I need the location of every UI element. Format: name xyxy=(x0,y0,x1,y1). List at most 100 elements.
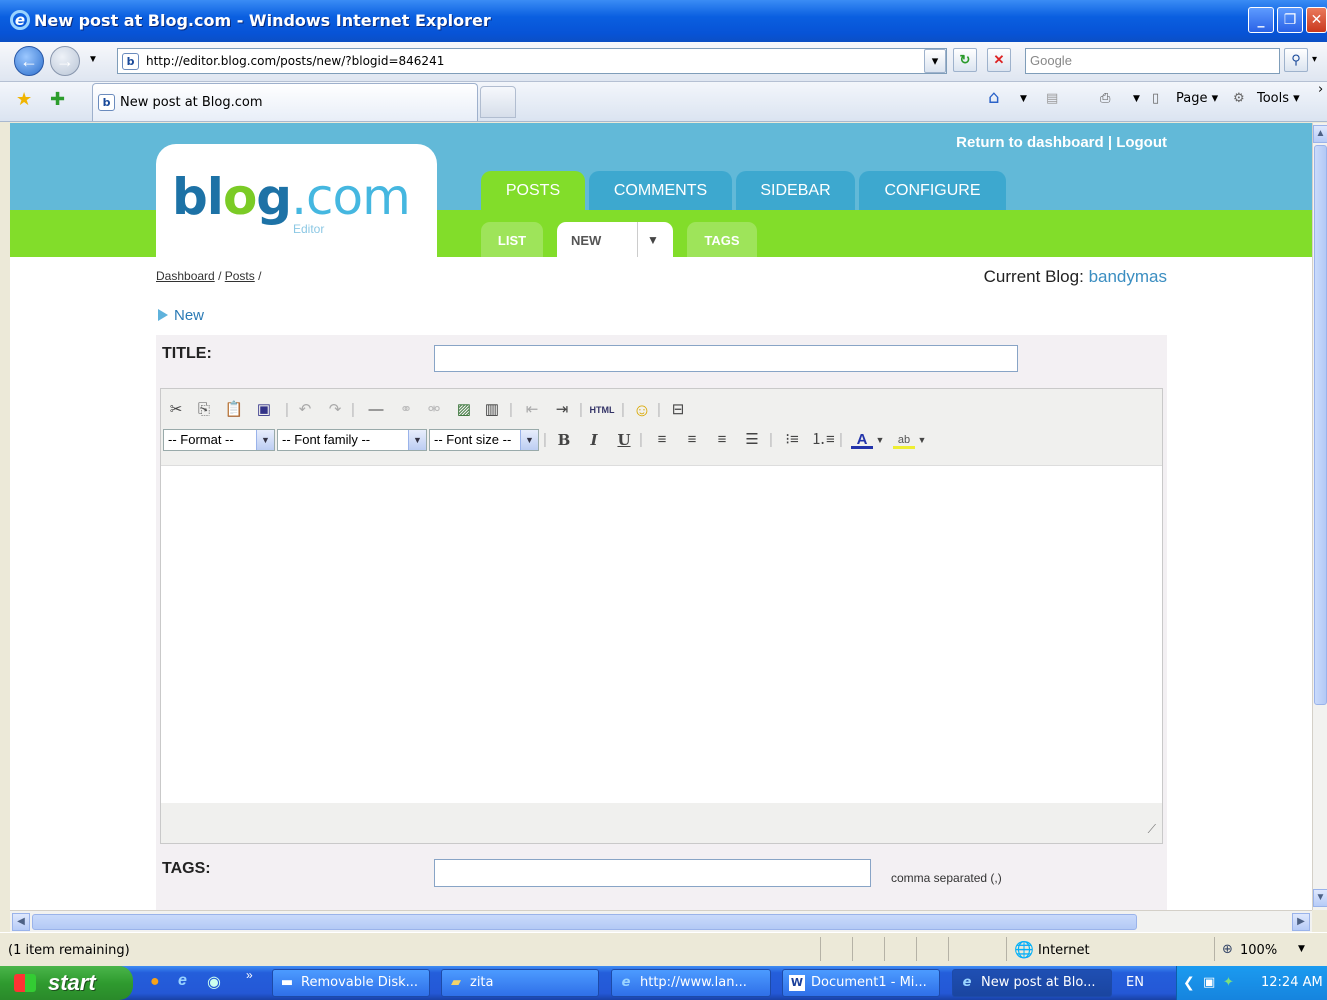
start-button[interactable]: start xyxy=(0,966,133,1000)
paste-icon[interactable]: 📋 xyxy=(223,399,245,421)
taskbar-button[interactable]: W Document1 - Mi... xyxy=(782,969,940,997)
favorites-star-icon[interactable]: ★ xyxy=(16,89,32,109)
text-color-icon[interactable]: A xyxy=(851,429,873,449)
search-options-icon[interactable]: ▾ xyxy=(1312,54,1317,65)
title-input[interactable] xyxy=(434,345,1018,372)
back-button[interactable]: ← xyxy=(14,46,44,76)
tab-sidebar[interactable]: SIDEBAR xyxy=(736,171,855,210)
stop-icon[interactable]: ✕ xyxy=(987,48,1011,72)
unlink-icon[interactable]: ⚮ xyxy=(423,399,445,421)
cut-icon[interactable]: ✂ xyxy=(165,399,187,421)
scroll-down-icon[interactable]: ▼ xyxy=(1313,889,1327,907)
outdent-icon[interactable]: ⇤ xyxy=(521,399,543,421)
ie-quicklaunch-icon[interactable]: e xyxy=(178,972,187,990)
print-icon[interactable]: ⎙ xyxy=(1100,91,1110,106)
dashboard-logout-links[interactable]: Return to dashboard | Logout xyxy=(956,134,1167,151)
taskbar-button[interactable]: ▰ zita xyxy=(441,969,599,997)
home-icon[interactable]: ⌂ xyxy=(988,87,999,108)
language-indicator[interactable]: EN xyxy=(1126,975,1144,990)
highlight-dropdown-icon[interactable]: ▼ xyxy=(917,429,927,451)
align-right-icon[interactable]: ≡ xyxy=(711,429,733,451)
redo-icon[interactable]: ↷ xyxy=(325,399,345,421)
image-icon[interactable]: ▨ xyxy=(453,399,475,421)
taskbar-button[interactable]: e http://www.lan... xyxy=(611,969,771,997)
highlight-color-icon[interactable]: ab xyxy=(893,429,915,449)
bold-button[interactable]: B xyxy=(553,429,575,451)
title-bar[interactable]: e New post at Blog.com - Windows Interne… xyxy=(0,0,1327,42)
print-dropdown-icon[interactable]: ▼ xyxy=(1133,94,1140,104)
align-justify-icon[interactable]: ☰ xyxy=(741,429,763,451)
breadcrumb-dashboard[interactable]: Dashboard xyxy=(156,269,215,283)
home-dropdown-icon[interactable]: ▼ xyxy=(1020,94,1027,104)
firefox-icon[interactable]: ● xyxy=(150,973,160,991)
tab-posts[interactable]: POSTS xyxy=(481,171,585,210)
align-left-icon[interactable]: ≡ xyxy=(651,429,673,451)
tray-expand-icon[interactable]: ❮ xyxy=(1183,966,1195,1000)
tools-gear-icon[interactable]: ⚙ xyxy=(1233,91,1245,106)
numbered-list-icon[interactable]: ⒈≡ xyxy=(811,429,835,451)
address-bar[interactable]: b http://editor.blog.com/posts/new/?blog… xyxy=(117,48,947,74)
address-dropdown-button[interactable]: ▾ xyxy=(924,49,946,73)
zoom-dropdown-icon[interactable]: ▼ xyxy=(1298,944,1305,954)
clock[interactable]: 12:24 AM xyxy=(1261,966,1323,1000)
italic-button[interactable]: I xyxy=(583,429,605,451)
quicklaunch-more-icon[interactable]: » xyxy=(246,968,253,982)
feeds-icon[interactable]: ▤ xyxy=(1046,91,1058,106)
taskbar-button[interactable]: ▬ Removable Disk... xyxy=(272,969,430,997)
new-tab-button[interactable] xyxy=(480,86,516,118)
horizontal-rule-icon[interactable]: — xyxy=(365,399,387,421)
indent-icon[interactable]: ⇥ xyxy=(551,399,573,421)
search-icon[interactable]: ⚲ xyxy=(1284,48,1308,72)
emoticon-icon[interactable]: ☺ xyxy=(631,399,653,421)
underline-button[interactable]: U xyxy=(613,429,635,451)
font-family-select[interactable]: -- Font family -- ▼ xyxy=(277,429,427,451)
editor-content-area[interactable] xyxy=(161,465,1162,803)
refresh-icon[interactable]: ↻ xyxy=(953,48,977,72)
page-menu[interactable]: Page ▾ xyxy=(1176,91,1218,106)
tab-comments[interactable]: COMMENTS xyxy=(589,171,732,210)
subtab-list[interactable]: LIST xyxy=(481,222,543,257)
format-select[interactable]: -- Format -- ▼ xyxy=(163,429,275,451)
paste-word-icon[interactable]: ▣ xyxy=(253,399,275,421)
subtab-new[interactable]: NEW ▼ xyxy=(557,222,673,257)
vertical-scroll-thumb[interactable] xyxy=(1314,145,1327,705)
font-size-select[interactable]: -- Font size -- ▼ xyxy=(429,429,539,451)
align-center-icon[interactable]: ≡ xyxy=(681,429,703,451)
link-icon[interactable]: ⚭ xyxy=(395,399,417,421)
recent-pages-dropdown-icon[interactable]: ▼ xyxy=(88,54,98,65)
browser-tab-active[interactable]: b New post at Blog.com xyxy=(92,83,478,121)
tags-input[interactable] xyxy=(434,859,871,887)
scroll-right-icon[interactable]: ▶ xyxy=(1292,913,1310,931)
tools-menu[interactable]: Tools ▾ xyxy=(1257,91,1300,106)
site-logo[interactable]: blog.com xyxy=(172,168,411,226)
undo-icon[interactable]: ↶ xyxy=(295,399,315,421)
copy-icon[interactable]: ⎘ xyxy=(193,399,215,421)
horizontal-scroll-thumb[interactable] xyxy=(32,914,1137,930)
tab-configure[interactable]: CONFIGURE xyxy=(859,171,1006,210)
subtab-dropdown-icon[interactable]: ▼ xyxy=(647,222,659,259)
more-commands-icon[interactable]: › xyxy=(1318,82,1323,97)
restore-button[interactable]: ❐ xyxy=(1277,7,1303,33)
quicklaunch-app-icon[interactable]: ◉ xyxy=(207,972,221,992)
zoom-level[interactable]: 100% xyxy=(1240,943,1277,958)
breadcrumb-posts[interactable]: Posts xyxy=(225,269,255,283)
add-favorites-icon[interactable]: ✚ xyxy=(50,89,65,109)
html-source-button[interactable]: HTML xyxy=(587,399,617,421)
media-icon[interactable]: ▥ xyxy=(481,399,503,421)
scroll-left-icon[interactable]: ◀ xyxy=(12,913,30,931)
taskbar-button-active[interactable]: e New post at Blo... xyxy=(952,969,1112,997)
search-input[interactable]: Google xyxy=(1025,48,1280,74)
bullet-list-icon[interactable]: ⁝≡ xyxy=(781,429,803,451)
current-blog-name[interactable]: bandymas xyxy=(1089,267,1167,286)
scroll-up-icon[interactable]: ▲ xyxy=(1313,125,1327,143)
horizontal-scrollbar[interactable]: ◀ ▶ xyxy=(10,910,1312,932)
resize-handle-icon[interactable]: ⟋ xyxy=(1148,822,1156,837)
vertical-scrollbar[interactable]: ▲ ▼ xyxy=(1312,123,1327,910)
zoom-icon[interactable]: ⊕ xyxy=(1222,942,1233,957)
close-button[interactable]: ✕ xyxy=(1306,7,1327,33)
page-break-icon[interactable]: ⊟ xyxy=(667,399,689,421)
page-icon[interactable]: ▯ xyxy=(1152,91,1159,106)
minimize-button[interactable]: _ xyxy=(1248,7,1274,33)
subtab-tags[interactable]: TAGS xyxy=(687,222,757,257)
text-color-dropdown-icon[interactable]: ▼ xyxy=(875,429,885,451)
